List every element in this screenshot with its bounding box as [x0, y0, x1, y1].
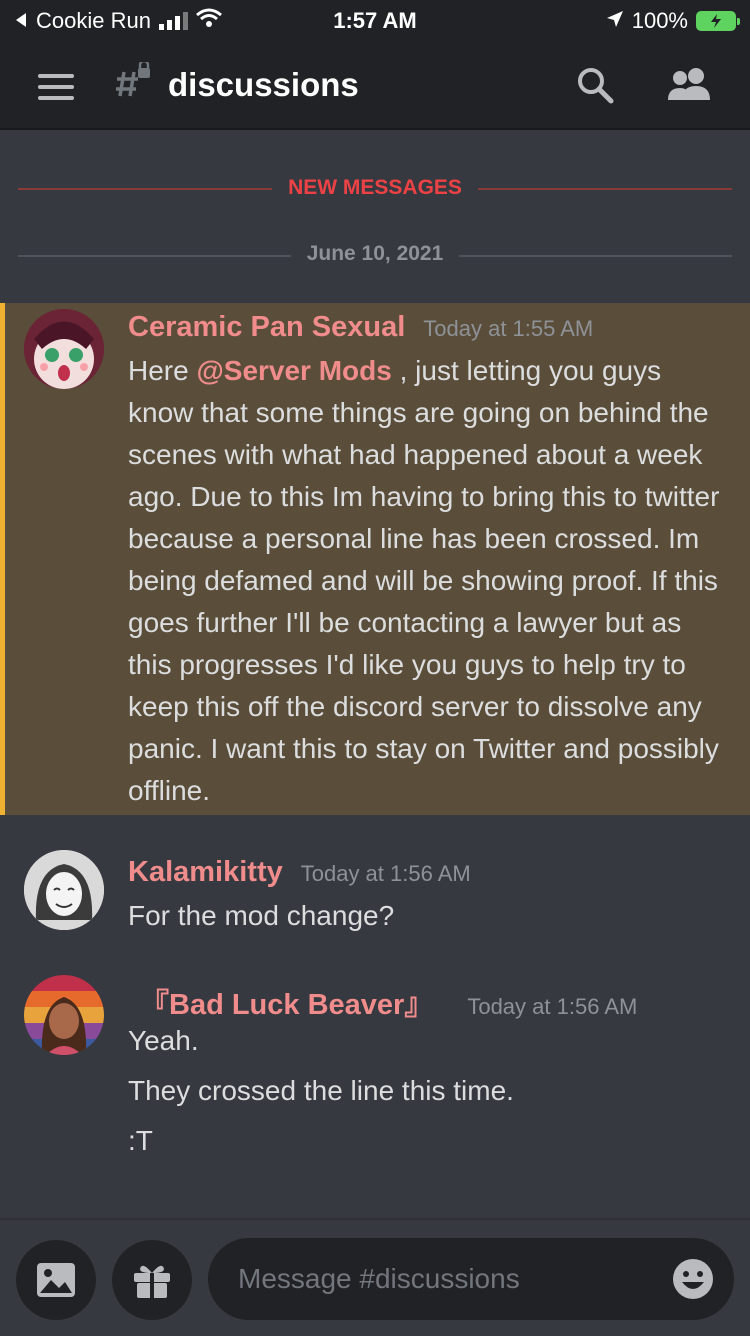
gift-icon	[134, 1265, 170, 1298]
members-icon[interactable]	[666, 66, 714, 109]
emoji-icon	[673, 1259, 713, 1299]
image-icon	[37, 1263, 75, 1297]
message-text: They crossed the line this time.	[128, 1075, 514, 1106]
composer-bar: Message #discussions	[0, 1218, 750, 1336]
avatar[interactable]	[24, 975, 104, 1055]
message-text-start: Here	[128, 355, 197, 386]
message-text: Here @Server Mods , just letting you guy…	[128, 350, 728, 812]
gift-button[interactable]	[112, 1240, 192, 1320]
message-text: Yeah.	[128, 1025, 199, 1056]
message-header: 『Bad Luck Beaver』 Today at 1:56 AM	[140, 981, 637, 1023]
date-label: June 10, 2021	[290, 242, 460, 265]
channel-title: discussions	[168, 66, 359, 103]
battery-percent: 100%	[631, 8, 688, 33]
status-bar-right: 100%	[606, 8, 740, 34]
date-label-wrap: June 10, 2021	[0, 242, 750, 266]
hamburger-icon[interactable]	[38, 74, 74, 107]
channel-header: discussions	[0, 40, 750, 130]
message-timestamp: Today at 1:56 AM	[300, 861, 471, 886]
status-bar: Cookie Run 1:57 AM 100%	[0, 0, 750, 40]
message-header: Ceramic Pan Sexual Today at 1:55 AM	[128, 311, 593, 344]
author-name[interactable]: Kalamikitty	[128, 856, 283, 889]
message-item[interactable]: Kalamikitty Today at 1:56 AM For the mod…	[0, 840, 750, 950]
author-name[interactable]: 『Bad Luck Beaver』	[140, 981, 433, 1023]
battery-icon	[696, 11, 740, 31]
message-header: Kalamikitty Today at 1:56 AM	[128, 856, 471, 889]
message-text-rest: , just letting you guys know that some t…	[128, 355, 720, 806]
message-item[interactable]: Ceramic Pan Sexual Today at 1:55 AM Here…	[0, 303, 750, 815]
author-name[interactable]: Ceramic Pan Sexual	[128, 311, 405, 344]
emoji-button[interactable]	[672, 1258, 714, 1305]
channel-hash-icon	[114, 59, 154, 112]
image-upload-button[interactable]	[16, 1240, 96, 1320]
new-messages-label-wrap: NEW MESSAGES	[0, 176, 750, 200]
message-timestamp: Today at 1:56 AM	[467, 994, 638, 1019]
message-item[interactable]: 『Bad Luck Beaver』 Today at 1:56 AM Yeah.…	[0, 965, 750, 1165]
location-icon	[606, 8, 624, 34]
message-text: :T	[128, 1125, 153, 1156]
message-input-placeholder: Message #discussions	[238, 1263, 520, 1294]
new-messages-label: NEW MESSAGES	[272, 176, 478, 199]
message-list[interactable]: NEW MESSAGES June 10, 2021 Ceramic Pan S…	[0, 130, 750, 1218]
message-input[interactable]: Message #discussions	[208, 1238, 734, 1320]
message-text: For the mod change?	[128, 900, 395, 931]
mention-chip[interactable]: @Server Mods	[196, 355, 391, 386]
avatar[interactable]	[24, 309, 104, 389]
search-icon[interactable]	[576, 66, 614, 109]
avatar[interactable]	[24, 850, 104, 930]
message-timestamp: Today at 1:55 AM	[423, 316, 594, 341]
